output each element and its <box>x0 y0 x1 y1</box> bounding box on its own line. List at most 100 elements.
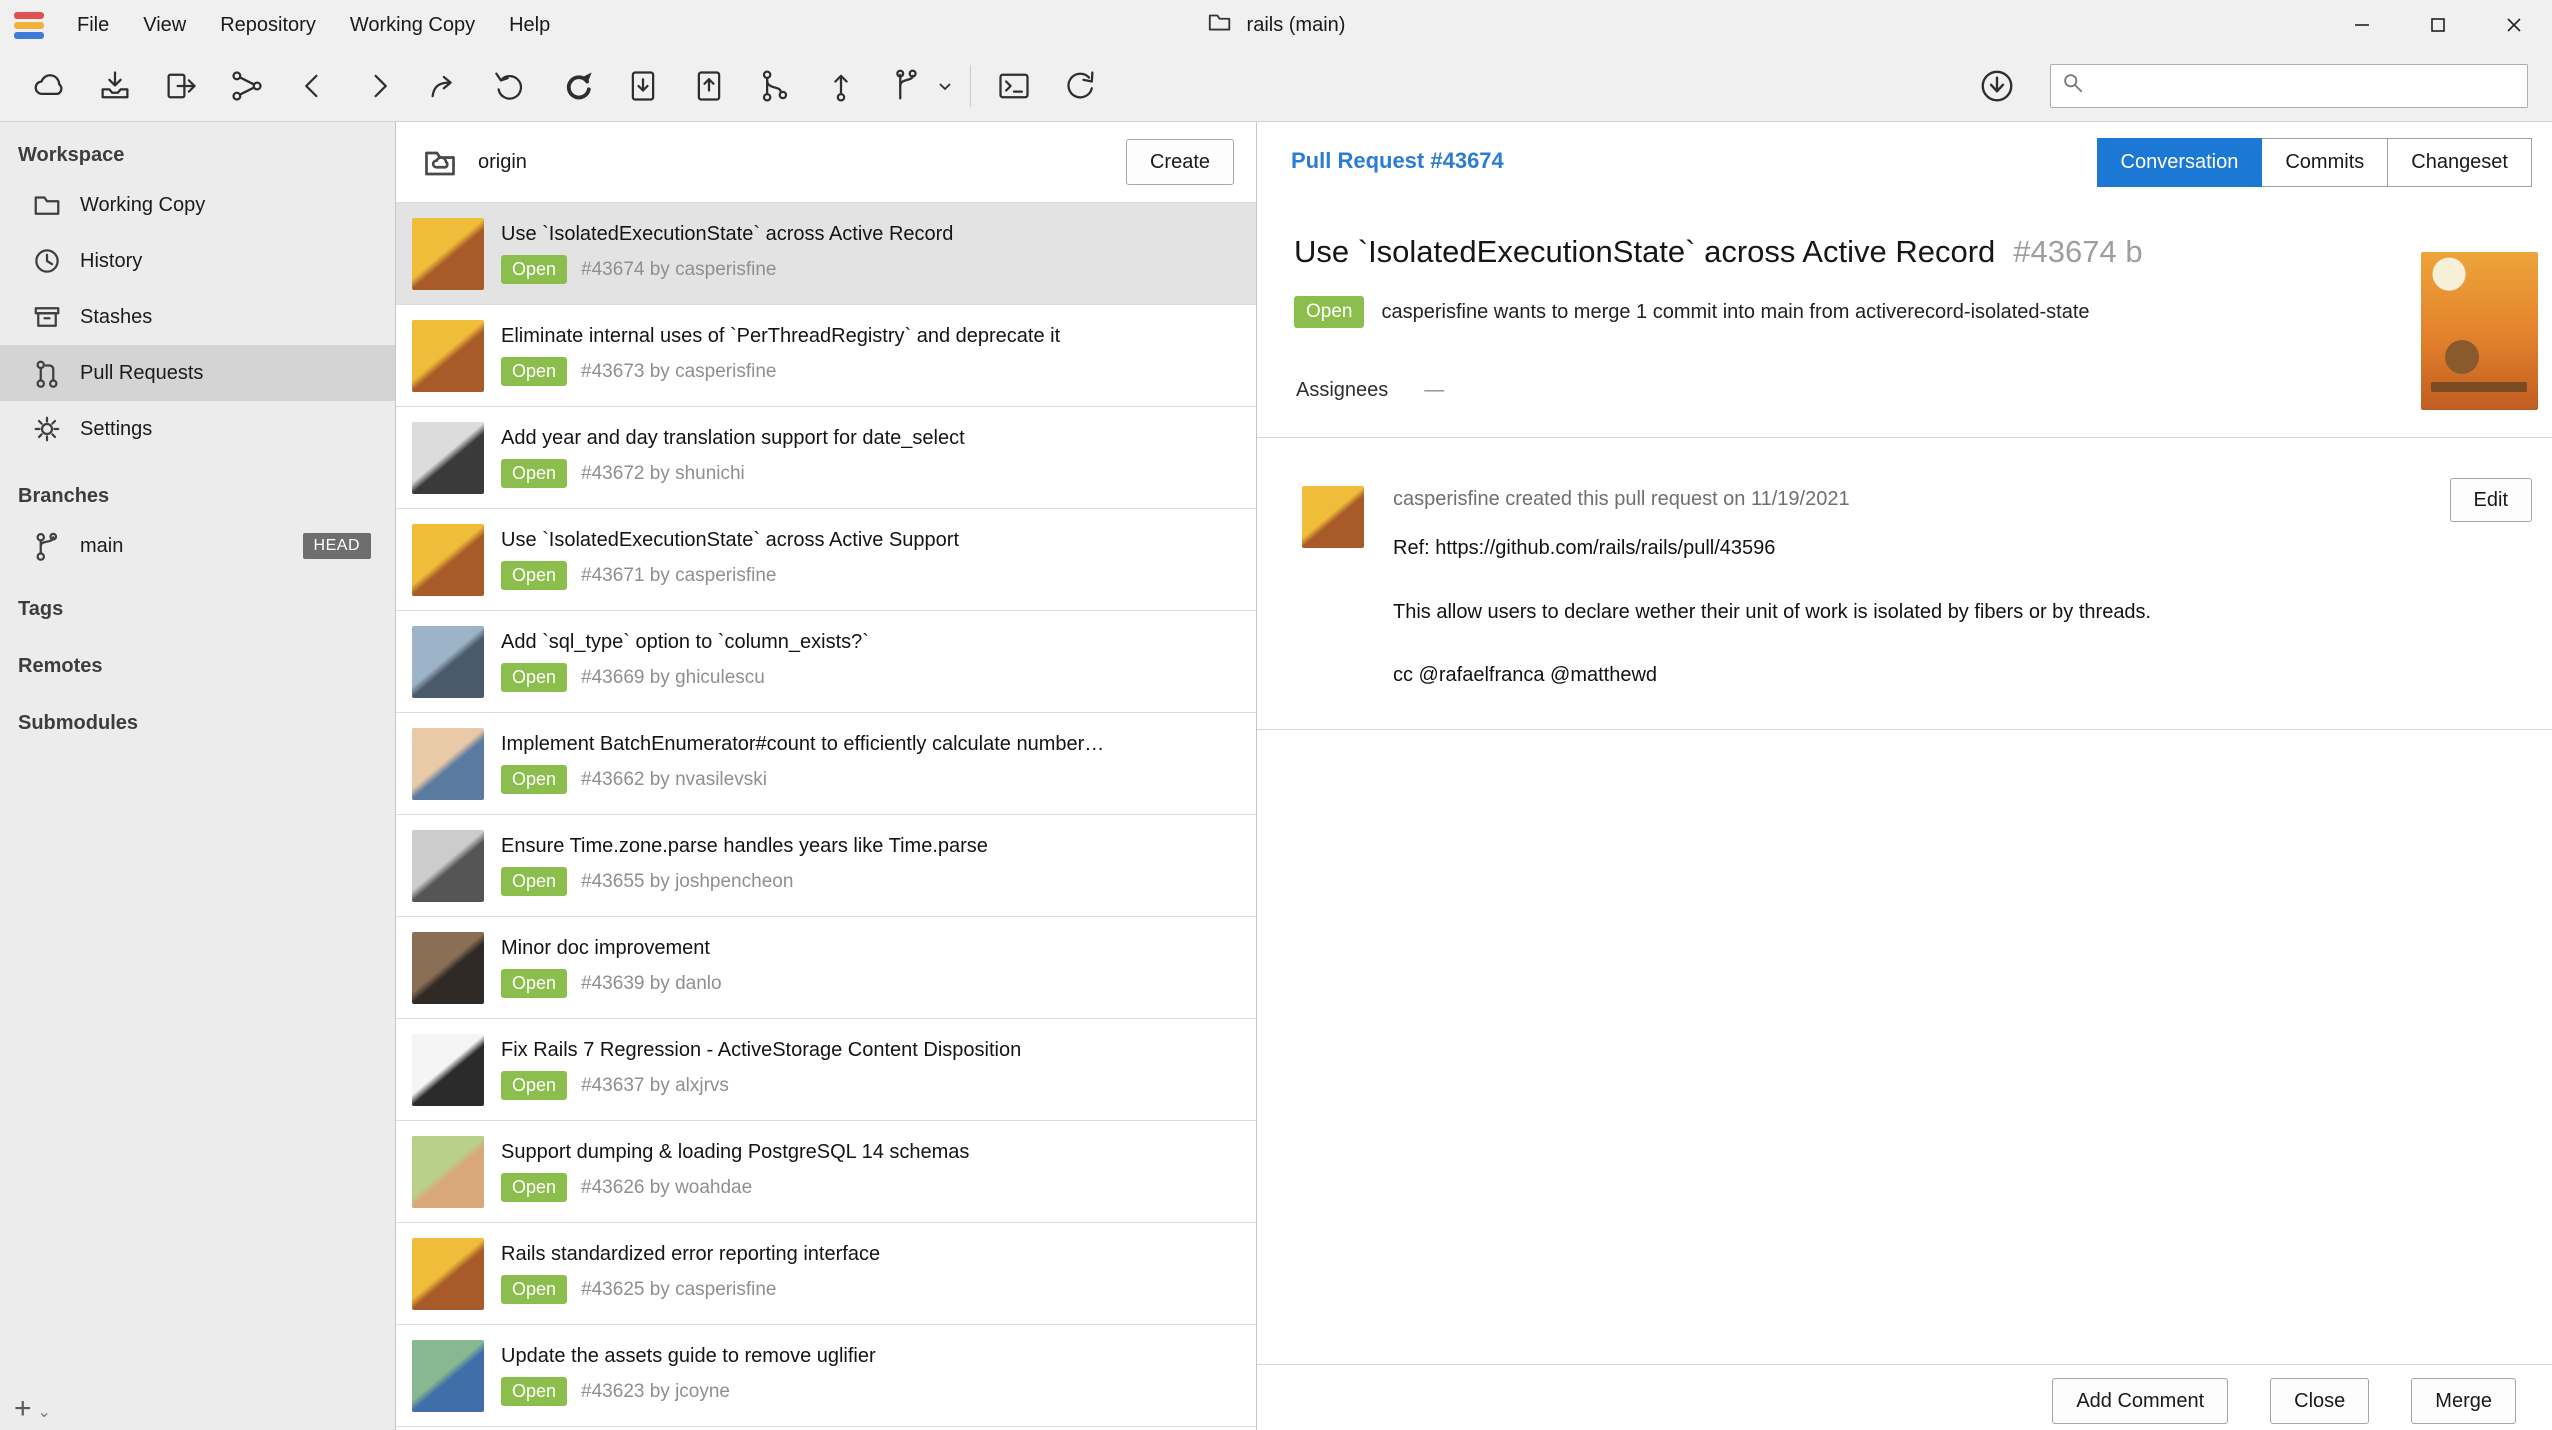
pull-request-row[interactable]: Eliminate internal uses of `PerThreadReg… <box>396 305 1256 407</box>
close-button[interactable] <box>2476 0 2552 50</box>
pr-meta-row: Open #43672 by shunichi <box>501 459 1240 488</box>
pull-request-row[interactable]: Implement BatchEnumerator#count to effic… <box>396 713 1256 815</box>
pr-meta: #43674 by casperisfine <box>581 259 776 281</box>
menu-help[interactable]: Help <box>492 0 567 50</box>
terminal-icon[interactable] <box>981 58 1047 114</box>
pull-request-row[interactable]: Fix Rails 7 Regression - ActiveStorage C… <box>396 1019 1256 1121</box>
pr-meta-row: Open #43623 by jcoyne <box>501 1377 1240 1406</box>
menu-view[interactable]: View <box>126 0 203 50</box>
push-icon[interactable] <box>148 58 214 114</box>
sidebar-item-pull-requests[interactable]: Pull Requests <box>0 345 395 401</box>
forward-icon[interactable] <box>346 58 412 114</box>
pr-meta: #43662 by nvasilevski <box>581 769 767 791</box>
status-badge: Open <box>501 1173 567 1202</box>
comment-line: cc @rafaelfranca @matthewd <box>1393 664 1657 687</box>
redo-icon[interactable] <box>544 58 610 114</box>
tab-changeset[interactable]: Changeset <box>2387 138 2532 187</box>
window-controls <box>2324 0 2552 50</box>
checkout-icon[interactable] <box>412 58 478 114</box>
branch-icon <box>32 531 62 561</box>
toolbar-separator <box>970 65 971 107</box>
pull-request-row[interactable]: Add `sql_type` option to `column_exists?… <box>396 611 1256 713</box>
sidebar-section-submodules[interactable]: Submodules <box>18 712 395 735</box>
pr-detail-title-text: Use `IsolatedExecutionState` across Acti… <box>1294 234 1995 269</box>
create-button[interactable]: Create <box>1126 139 1234 185</box>
chevron-down-icon[interactable]: ⌄ <box>38 1402 51 1424</box>
chevron-down-icon[interactable] <box>930 58 960 114</box>
pull-request-row[interactable]: Ensure Time.zone.parse handles years lik… <box>396 815 1256 917</box>
pull-request-row[interactable]: Rails standardized error reporting inter… <box>396 1223 1256 1325</box>
pr-row-text: Support dumping & loading PostgreSQL 14 … <box>501 1141 1240 1202</box>
menu-file[interactable]: File <box>60 0 126 50</box>
sidebar-item-stashes[interactable]: Stashes <box>0 289 395 345</box>
status-badge: Open <box>501 357 567 386</box>
pr-row-text: Ensure Time.zone.parse handles years lik… <box>501 835 1240 896</box>
pr-list: Use `IsolatedExecutionState` across Acti… <box>396 202 1256 1430</box>
updates-icon[interactable] <box>1964 58 2030 114</box>
detail-footer: Add Comment Close Merge <box>2052 1378 2516 1424</box>
sidebar-section-tags[interactable]: Tags <box>18 598 395 621</box>
avatar-table-shape <box>2431 382 2527 392</box>
pr-title: Use `IsolatedExecutionState` across Acti… <box>501 529 1240 552</box>
pr-title: Update the assets guide to remove uglifi… <box>501 1345 1240 1368</box>
pr-row-text: Rails standardized error reporting inter… <box>501 1243 1240 1304</box>
pull-request-row[interactable]: Use `IsolatedExecutionState` across Acti… <box>396 509 1256 611</box>
archive-icon <box>32 302 62 332</box>
pr-row-text: Add year and day translation support for… <box>501 427 1240 488</box>
avatar <box>412 1238 484 1310</box>
pull-icon[interactable] <box>82 58 148 114</box>
search-box <box>2050 64 2528 108</box>
detail-tabs: Conversation Commits Changeset <box>2098 138 2532 187</box>
edit-button[interactable]: Edit <box>2450 478 2532 522</box>
pull-request-row[interactable]: Support dumping & loading PostgreSQL 14 … <box>396 1121 1256 1223</box>
pr-meta-row: Open #43626 by woahdae <box>501 1173 1240 1202</box>
pr-author-avatar-large <box>2421 252 2538 410</box>
sidebar-section-branches: Branches <box>18 485 395 508</box>
pull-request-row[interactable]: Minor doc improvement Open #43639 by dan… <box>396 917 1256 1019</box>
pull-request-row[interactable]: Add year and day translation support for… <box>396 407 1256 509</box>
sidebar-item-label: History <box>80 250 142 273</box>
pull-request-row[interactable]: Use `IsolatedExecutionState` across Acti… <box>396 203 1256 305</box>
pr-row-text: Update the assets guide to remove uglifi… <box>501 1345 1240 1406</box>
pr-meta: #43623 by jcoyne <box>581 1381 730 1403</box>
pr-title: Rails standardized error reporting inter… <box>501 1243 1240 1266</box>
tab-conversation[interactable]: Conversation <box>2097 138 2263 187</box>
undo-icon[interactable] <box>478 58 544 114</box>
window-title-text: rails (main) <box>1247 14 1346 37</box>
close-pr-button[interactable]: Close <box>2270 1378 2369 1424</box>
add-comment-button[interactable]: Add Comment <box>2052 1378 2228 1424</box>
comment-line: This allow users to declare wether their… <box>1393 601 2151 624</box>
sidebar-section-remotes[interactable]: Remotes <box>18 655 395 678</box>
search-input[interactable] <box>2093 75 2517 97</box>
pr-row-text: Add `sql_type` option to `column_exists?… <box>501 631 1240 692</box>
tab-commits[interactable]: Commits <box>2261 138 2388 187</box>
maximize-button[interactable] <box>2400 0 2476 50</box>
refresh-icon[interactable] <box>1047 58 1113 114</box>
pr-title: Add year and day translation support for… <box>501 427 1240 450</box>
merge-button[interactable]: Merge <box>2411 1378 2516 1424</box>
comment-header: casperisfine created this pull request o… <box>1393 488 1850 511</box>
folder-icon <box>32 190 62 220</box>
pull-request-row[interactable]: Update the assets guide to remove uglifi… <box>396 1325 1256 1427</box>
commit-graph-icon[interactable] <box>214 58 280 114</box>
merge-icon[interactable] <box>742 58 808 114</box>
sidebar-item-branch-main[interactable]: main HEAD <box>0 518 395 574</box>
sidebar-item-settings[interactable]: Settings <box>0 401 395 457</box>
pr-title: Support dumping & loading PostgreSQL 14 … <box>501 1141 1240 1164</box>
stash-icon[interactable] <box>610 58 676 114</box>
menu-working-copy[interactable]: Working Copy <box>333 0 492 50</box>
rebase-icon[interactable] <box>808 58 874 114</box>
sidebar-item-working-copy[interactable]: Working Copy <box>0 177 395 233</box>
pr-meta: #43671 by casperisfine <box>581 565 776 587</box>
sidebar-item-history[interactable]: History <box>0 233 395 289</box>
pr-meta-row: Open #43639 by danlo <box>501 969 1240 998</box>
avatar <box>412 728 484 800</box>
fetch-icon[interactable] <box>16 58 82 114</box>
minimize-button[interactable] <box>2324 0 2400 50</box>
pr-meta-row: Open #43669 by ghiculescu <box>501 663 1240 692</box>
pr-title: Implement BatchEnumerator#count to effic… <box>501 733 1240 756</box>
add-repository-button[interactable]: + <box>14 1394 32 1424</box>
back-icon[interactable] <box>280 58 346 114</box>
pop-stash-icon[interactable] <box>676 58 742 114</box>
menu-repository[interactable]: Repository <box>203 0 333 50</box>
